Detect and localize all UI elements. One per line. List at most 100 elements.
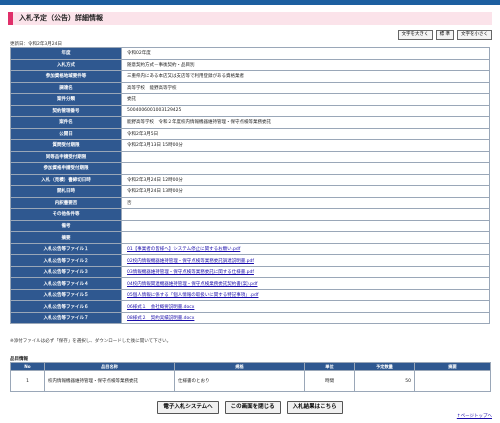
- detail-value: 委託: [121, 93, 490, 106]
- detail-label: 契約管理番号: [10, 104, 122, 118]
- items-header-remark: 摘要: [414, 362, 491, 371]
- detail-value: [121, 208, 490, 221]
- e-bidding-system-button[interactable]: 電子入札システムへ: [157, 401, 219, 414]
- detail-row: 入札公告等ファイル２ 02校内情報機器維持管理・保守点検等業務委託調達説明書.pd…: [10, 254, 490, 267]
- detail-row: 質問受付期限 令和2年3月13日 15時00分: [10, 139, 490, 152]
- detail-label: 公開日: [10, 127, 122, 141]
- detail-label: 参加資格申請受付期限: [10, 162, 122, 175]
- detail-value: 令和2年3月5日: [121, 127, 490, 141]
- detail-value: [121, 231, 490, 244]
- item-name: 校内情報機器維持管理・保守点検等業務委託: [44, 370, 175, 392]
- detail-row: 公開日 令和2年3月5日: [10, 127, 490, 141]
- detail-label: 参加資格地域要件等: [10, 70, 122, 83]
- detail-value-cell: 06様式１ 会社概要説明書.docx: [121, 300, 490, 313]
- attachment-file-link[interactable]: 06様式１ 会社概要説明書.docx: [127, 305, 194, 310]
- detail-row: 入札公告等ファイル６ 06様式１ 会社概要説明書.docx: [10, 300, 490, 313]
- font-larger-button[interactable]: 文字を大きく: [397, 30, 433, 40]
- items-header-qty: 予定数量: [354, 362, 415, 371]
- detail-row: 入札公告等ファイル７ 08様式２ 契約実績説明書.docx: [10, 311, 490, 325]
- detail-label: 調達名: [10, 81, 122, 95]
- detail-table: 年度 令和02年度 入札方式 随意契約方式－事後契約・品目別 参加資格地域要件等 三重県内…: [10, 47, 490, 325]
- detail-value-cell: 04校内情報関連機器維持管理・保守点検業務委託契約書(案).pdf: [121, 277, 490, 290]
- item-unit: 時間: [304, 370, 355, 392]
- detail-label: 入札公告等ファイル４: [10, 277, 122, 290]
- detail-row: 入札公告等ファイル１ 01【事業者の皆様へ】システム停止に関するお願い.pdf: [10, 242, 490, 256]
- detail-label: 入札公告等ファイル２: [10, 254, 122, 267]
- detail-value: 令和2年3月13日 15時00分: [121, 139, 490, 152]
- font-standard-button[interactable]: 標 準: [435, 30, 454, 40]
- detail-value-cell: 08様式２ 契約実績説明書.docx: [121, 311, 490, 325]
- detail-value: 令和2年3月24日 12時00分: [121, 173, 490, 187]
- attachment-file-link[interactable]: 05個人情報に係する「個人情報の取扱いに関する特記事項」.pdf: [127, 293, 258, 298]
- attachment-file-link[interactable]: 08様式２ 契約実績説明書.docx: [127, 316, 194, 321]
- detail-row: 入札公告等ファイル５ 05個人情報に係する「個人情報の取扱いに関する特記事項」.p…: [10, 288, 490, 302]
- detail-row: 年度 令和02年度: [10, 47, 490, 60]
- detail-row: 入札公告等ファイル３ 03情報機器維持管理・保守点検等業務委託に関する仕様書.pd…: [10, 265, 490, 279]
- detail-row: 入札（見積）書締切日時 令和2年3月24日 12時00分: [10, 173, 490, 187]
- item-no: 1: [10, 370, 45, 392]
- detail-label: 案件名: [10, 116, 122, 129]
- detail-value: [121, 150, 490, 164]
- detail-label: 入札公告等ファイル３: [10, 265, 122, 279]
- detail-value: 三重県内にある本店又は支店等で利用登録がある資格業者: [121, 70, 490, 83]
- detail-row: 内訳書要否否: [10, 196, 490, 210]
- detail-label: その他条件等: [10, 208, 122, 221]
- detail-label: 入札方式: [10, 58, 122, 72]
- items-table: No 品目名称 規格 単位 予定数量 摘要 1 校内情報機器維持管理・保守点検等…: [10, 362, 491, 392]
- items-header-unit: 単位: [304, 362, 355, 371]
- items-header-name: 品目名称: [44, 362, 175, 371]
- detail-row: 摘要: [10, 231, 490, 244]
- detail-label: 備考: [10, 219, 122, 233]
- item-qty: 50: [354, 370, 415, 392]
- detail-label: 同等品申請受付期限: [10, 150, 122, 164]
- detail-label: 開札日時: [10, 185, 122, 198]
- attachment-file-link[interactable]: 02校内情報機器維持管理・保守点検等業務委託調達説明書.pdf: [127, 259, 254, 264]
- page-title: 入札予定（公告）詳細情報: [8, 12, 492, 25]
- detail-value: 令和02年度: [121, 47, 490, 60]
- detail-row: 同等品申請受付期限: [10, 150, 490, 164]
- attachment-note: ※添付ファイルは必ず「保存」を選択し、ダウンロードした後に開いて下さい。: [10, 339, 172, 344]
- detail-row: 備考: [10, 219, 490, 233]
- items-header-spec: 規格: [174, 362, 305, 371]
- detail-row: 入札公告等ファイル４ 04校内情報関連機器維持管理・保守点検業務委託契約書(案).…: [10, 277, 490, 290]
- detail-label: 入札公告等ファイル５: [10, 288, 122, 302]
- detail-value-cell: 03情報機器維持管理・保守点検等業務委託に関する仕様書.pdf: [121, 265, 490, 279]
- detail-label: 質問受付期限: [10, 139, 122, 152]
- detail-row: 案件分類 委託: [10, 93, 490, 106]
- top-bar: [0, 0, 500, 5]
- detail-label: 案件分類: [10, 93, 122, 106]
- font-smaller-button[interactable]: 文字を小さく: [457, 30, 492, 40]
- page-top-link[interactable]: ↑ページトップへ: [457, 413, 492, 419]
- detail-label: 入札公告等ファイル１: [10, 242, 122, 256]
- item-spec: 仕様書のとおり: [174, 370, 305, 392]
- bid-results-button[interactable]: 入札結果はこちら: [286, 401, 343, 414]
- detail-row: 入札方式 随意契約方式－事後契約・品目別: [10, 58, 490, 72]
- detail-row: 参加資格申請受付期限: [10, 162, 490, 175]
- bottom-button-bar: 電子入札システムへ この画面を閉じる 入札結果はこちら: [0, 401, 500, 414]
- detail-value-cell: 02校内情報機器維持管理・保守点検等業務委託調達説明書.pdf: [121, 254, 490, 267]
- detail-row: 契約管理番号 5004006001003129425: [10, 104, 490, 118]
- detail-value: 高等学校 能野高等学校: [121, 81, 490, 95]
- detail-row: 案件名 能野高等学校 令和２年度校内情報機器維持管理・保守点検等業務委託: [10, 116, 490, 129]
- detail-label: 入札公告等ファイル７: [10, 311, 122, 325]
- detail-value: 随意契約方式－事後契約・品目別: [121, 58, 490, 72]
- detail-row: 調達名 高等学校 能野高等学校: [10, 81, 490, 95]
- detail-value: [121, 162, 490, 175]
- table-row: 1 校内情報機器維持管理・保守点検等業務委託 仕様書のとおり 時間 50: [10, 370, 491, 392]
- detail-row: 開札日時 令和2年3月24日 13時00分: [10, 185, 490, 198]
- detail-value: 5004006001003129425: [121, 104, 490, 118]
- detail-label: 年度: [10, 47, 122, 60]
- item-remark: [414, 370, 491, 392]
- attachment-file-link[interactable]: 04校内情報関連機器維持管理・保守点検業務委託契約書(案).pdf: [127, 282, 257, 287]
- attachment-file-link[interactable]: 01【事業者の皆様へ】システム停止に関するお願い.pdf: [127, 247, 240, 252]
- close-window-button[interactable]: この画面を閉じる: [224, 401, 281, 414]
- detail-value: [121, 219, 490, 233]
- attachment-file-link[interactable]: 03情報機器維持管理・保守点検等業務委託に関する仕様書.pdf: [127, 270, 254, 275]
- font-size-controls: 文字を大きく 標 準 文字を小さく: [397, 30, 492, 40]
- detail-value: 能野高等学校 令和２年度校内情報機器維持管理・保守点検等業務委託: [121, 116, 490, 129]
- detail-row: その他条件等: [10, 208, 490, 221]
- detail-value-cell: 01【事業者の皆様へ】システム停止に関するお願い.pdf: [121, 242, 490, 256]
- detail-label: 内訳書要否: [10, 196, 122, 210]
- detail-label: 摘要: [10, 231, 122, 244]
- detail-label: 入札公告等ファイル６: [10, 300, 122, 313]
